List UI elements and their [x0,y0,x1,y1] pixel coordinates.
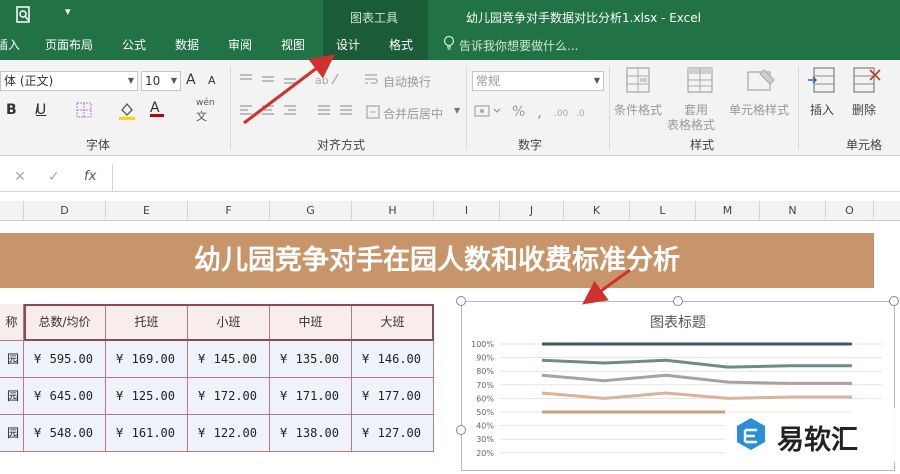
arrow-to-design-tab [243,54,335,125]
annotation-arrows [243,54,631,305]
arrow-to-chart [582,268,631,305]
